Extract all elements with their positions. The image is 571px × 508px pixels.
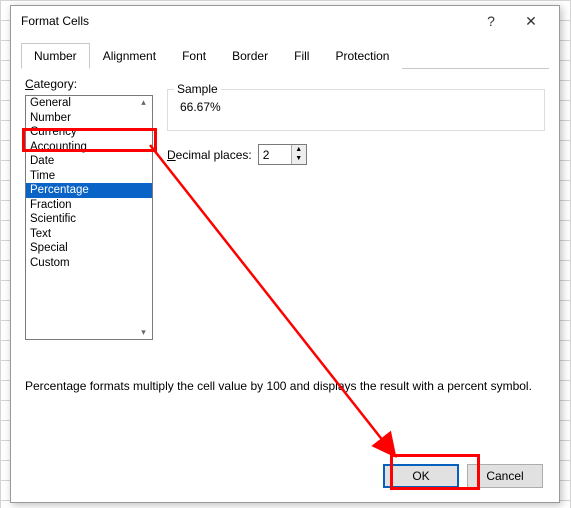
- scroll-down-icon[interactable]: ▾: [136, 327, 151, 338]
- decimal-label-accel: D: [167, 148, 176, 162]
- close-icon: ✕: [525, 13, 537, 30]
- tab-protection[interactable]: Protection: [322, 43, 402, 69]
- sample-box: Sample 66.67%: [167, 89, 545, 131]
- sample-title: Sample: [174, 82, 221, 96]
- tab-label: Alignment: [103, 49, 156, 63]
- dialog-buttons: OK Cancel: [383, 464, 543, 488]
- category-listbox[interactable]: ▴ ▾ GeneralNumberCurrencyAccountingDateT…: [25, 95, 153, 340]
- decimal-places-row: Decimal places: ▲ ▼: [167, 144, 307, 165]
- category-item-text[interactable]: Text: [26, 227, 152, 242]
- category-item-scientific[interactable]: Scientific: [26, 212, 152, 227]
- category-item-general[interactable]: General: [26, 96, 152, 111]
- spinner-up-icon[interactable]: ▲: [292, 145, 306, 155]
- tab-label: Font: [182, 49, 206, 63]
- tab-row: Number Alignment Font Border Fill Protec…: [21, 42, 549, 69]
- category-label-accel: C: [25, 77, 34, 91]
- help-button[interactable]: ?: [471, 8, 511, 34]
- tab-label: Border: [232, 49, 268, 63]
- category-item-currency[interactable]: Currency: [26, 125, 152, 140]
- sample-group: Sample 66.67%: [167, 89, 545, 131]
- tab-alignment[interactable]: Alignment: [90, 43, 169, 69]
- category-item-number[interactable]: Number: [26, 111, 152, 126]
- category-item-date[interactable]: Date: [26, 154, 152, 169]
- dialog-title: Format Cells: [21, 14, 471, 28]
- category-item-percentage[interactable]: Percentage: [26, 183, 152, 198]
- format-description: Percentage formats multiply the cell val…: [25, 379, 545, 393]
- tab-fill[interactable]: Fill: [281, 43, 322, 69]
- decimal-places-label: Decimal places:: [167, 148, 252, 162]
- category-item-custom[interactable]: Custom: [26, 256, 152, 271]
- spinner-down-icon[interactable]: ▼: [292, 155, 306, 165]
- cancel-button[interactable]: Cancel: [467, 464, 543, 488]
- scroll-up-icon[interactable]: ▴: [136, 97, 151, 108]
- tab-number[interactable]: Number: [21, 43, 90, 69]
- tab-label: Protection: [335, 49, 389, 63]
- cancel-label: Cancel: [486, 469, 523, 483]
- help-icon: ?: [487, 13, 495, 29]
- category-item-fraction[interactable]: Fraction: [26, 198, 152, 213]
- decimal-places-spinner[interactable]: ▲ ▼: [258, 144, 307, 165]
- format-cells-dialog: Format Cells ? ✕ Number Alignment Font B…: [10, 5, 560, 503]
- category-item-time[interactable]: Time: [26, 169, 152, 184]
- ok-button[interactable]: OK: [383, 464, 459, 488]
- category-item-special[interactable]: Special: [26, 241, 152, 256]
- category-item-accounting[interactable]: Accounting: [26, 140, 152, 155]
- category-label-text: ategory:: [34, 77, 77, 91]
- decimal-places-input[interactable]: [259, 145, 291, 164]
- spinner-buttons: ▲ ▼: [291, 145, 306, 164]
- close-button[interactable]: ✕: [511, 8, 551, 34]
- tab-font[interactable]: Font: [169, 43, 219, 69]
- titlebar: Format Cells ? ✕: [11, 6, 559, 36]
- sample-value: 66.67%: [176, 100, 536, 114]
- tab-label: Fill: [294, 49, 309, 63]
- tab-border[interactable]: Border: [219, 43, 281, 69]
- ok-label: OK: [412, 469, 429, 483]
- tab-label: Number: [34, 49, 77, 63]
- dialog-body: Category: ▴ ▾ GeneralNumberCurrencyAccou…: [11, 69, 559, 502]
- decimal-label-text: ecimal places:: [176, 148, 252, 162]
